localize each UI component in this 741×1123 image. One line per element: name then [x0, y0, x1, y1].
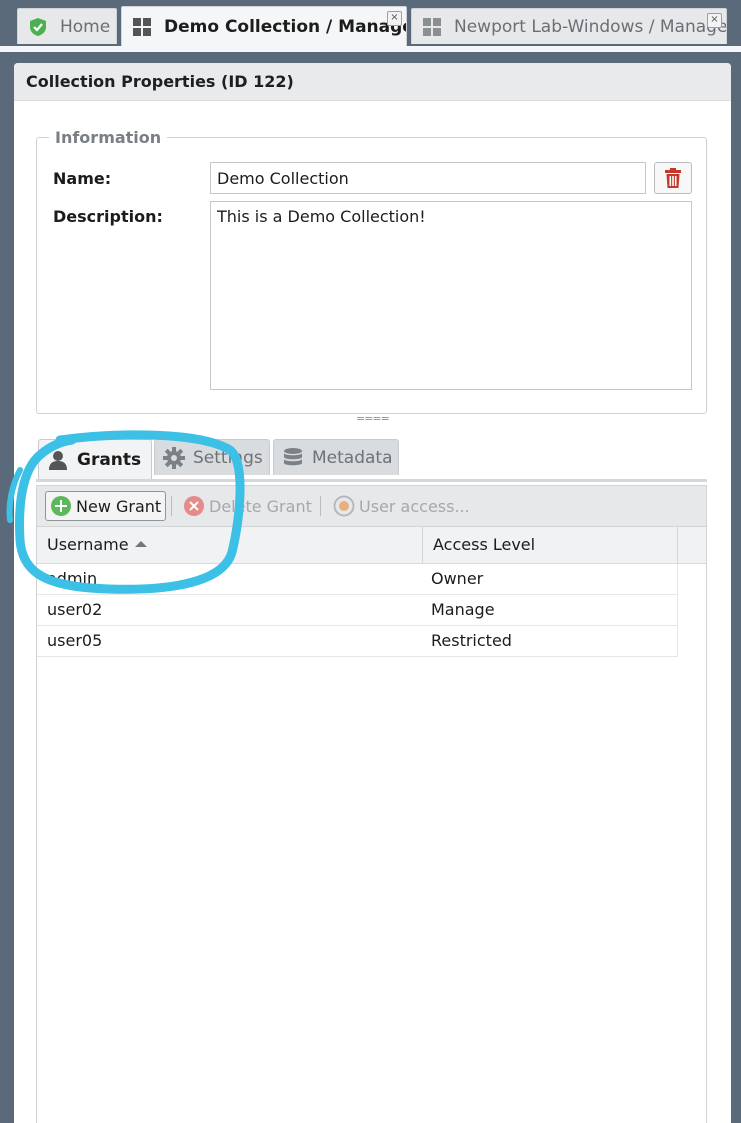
tab-newport-lab-windows-manage[interactable]: Newport Lab-Windows / Manage ×: [411, 8, 727, 44]
sort-ascending-icon: [134, 540, 147, 547]
grid-icon: [423, 17, 441, 36]
grants-toolbar: New Grant Delete Grant User access...: [37, 485, 706, 527]
check-shield-icon: [30, 17, 46, 36]
user-access-icon: [333, 495, 355, 517]
tab-label: Grants: [77, 449, 142, 470]
grants-grid: New Grant Delete Grant User access... Us…: [36, 485, 707, 1123]
column-header-access-level[interactable]: Access Level: [423, 527, 678, 563]
table-row[interactable]: admin Owner: [37, 564, 706, 595]
collection-properties-panel: Collection Properties (ID 122) Informati…: [14, 63, 731, 1123]
column-header-username[interactable]: Username: [37, 527, 423, 563]
delete-icon: [184, 496, 204, 516]
splitter-handle[interactable]: ====: [356, 412, 390, 425]
information-legend: Information: [55, 128, 162, 147]
tab-home[interactable]: Home: [17, 8, 117, 44]
tab-metadata[interactable]: Metadata: [273, 439, 399, 475]
column-header-label: Username: [47, 535, 129, 554]
tab-settings[interactable]: Settings: [154, 439, 270, 475]
user-access-button[interactable]: User access...: [329, 491, 474, 521]
close-icon[interactable]: ×: [387, 11, 402, 26]
cell-access-level: Owner: [423, 564, 678, 595]
cell-username: admin: [37, 564, 423, 595]
grants-table-header: Username Access Level: [37, 527, 706, 564]
cell-access-level: Manage: [423, 595, 678, 626]
table-row[interactable]: user02 Manage: [37, 595, 706, 626]
tab-grants[interactable]: Grants: [38, 439, 152, 479]
toolbar-separator: [320, 496, 321, 516]
description-field[interactable]: This is a Demo Collection!: [210, 201, 692, 390]
gear-icon: [163, 446, 185, 469]
cell-username: user05: [37, 626, 423, 657]
name-field[interactable]: [210, 162, 646, 194]
cell-username: user02: [37, 595, 423, 626]
description-label: Description:: [53, 207, 163, 226]
tab-label: Newport Lab-Windows / Manage: [454, 16, 727, 37]
subtab-bar: Grants Settings Metadata: [36, 439, 707, 479]
subtab-underline: [36, 479, 707, 482]
database-icon: [284, 447, 302, 465]
close-icon[interactable]: ×: [707, 13, 722, 28]
panel-title: Collection Properties (ID 122): [14, 63, 731, 101]
delete-grant-label: Delete Grant: [209, 496, 312, 516]
new-grant-button[interactable]: New Grant: [45, 491, 167, 521]
grid-icon: [133, 17, 151, 36]
toolbar-separator: [171, 496, 172, 516]
tab-label: Metadata: [312, 447, 393, 468]
tab-demo-collection-manage[interactable]: Demo Collection / Manage ×: [121, 6, 407, 46]
trash-icon: [665, 168, 681, 188]
name-label: Name:: [53, 169, 112, 188]
tab-label: Demo Collection / Manage: [164, 16, 407, 37]
user-icon: [49, 450, 67, 470]
new-grant-label: New Grant: [76, 496, 162, 516]
add-icon: [51, 496, 71, 516]
delete-grant-button[interactable]: Delete Grant: [179, 491, 316, 521]
delete-collection-button[interactable]: [654, 162, 692, 194]
tab-label: Home: [60, 16, 111, 37]
tab-strip-underline: [0, 46, 741, 52]
column-header-label: Access Level: [433, 535, 536, 554]
user-access-label: User access...: [359, 496, 470, 516]
tab-label: Settings: [193, 447, 263, 468]
cell-access-level: Restricted: [423, 626, 678, 657]
table-row[interactable]: user05 Restricted: [37, 626, 706, 657]
